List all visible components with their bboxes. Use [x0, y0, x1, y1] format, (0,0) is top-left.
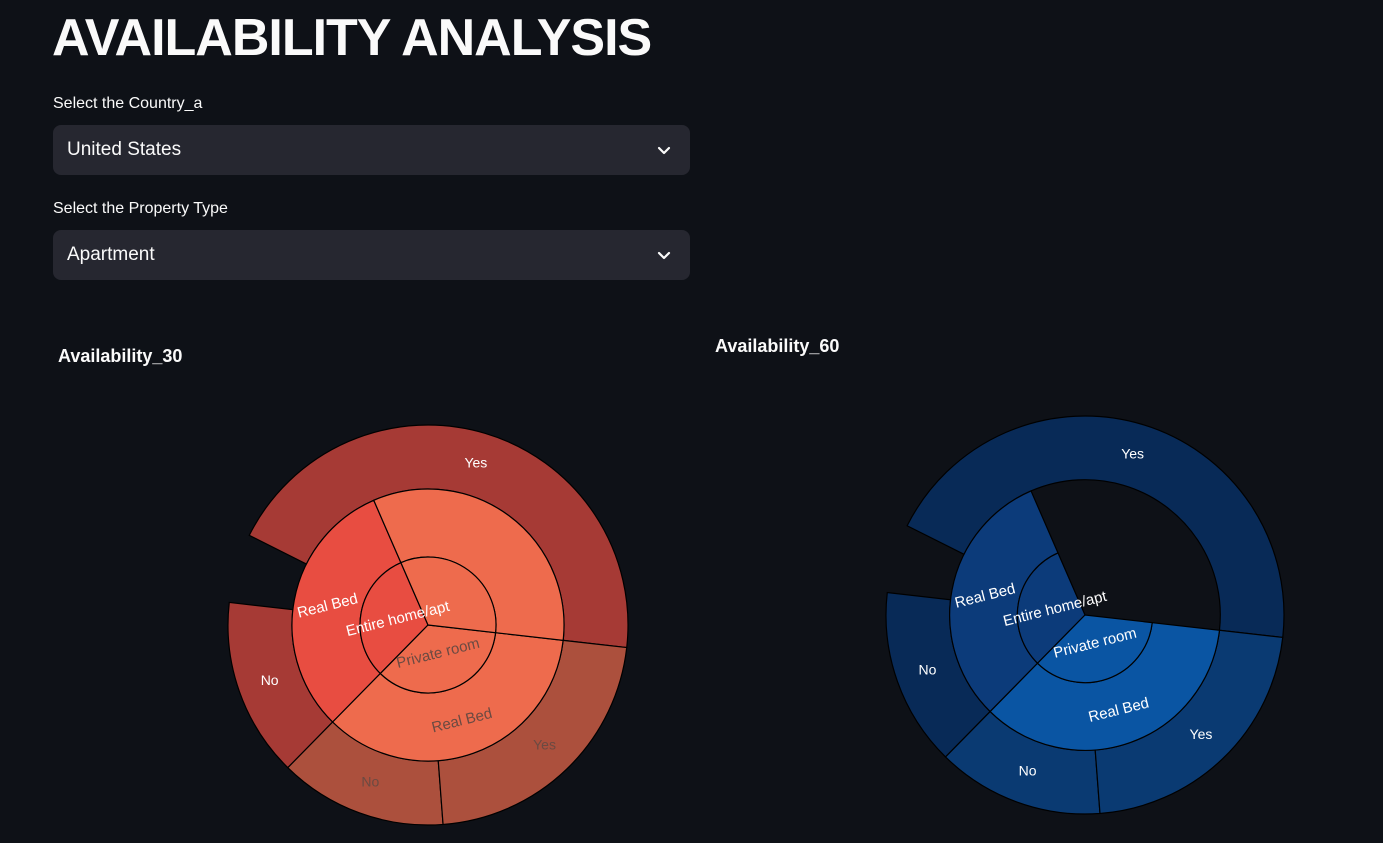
sunburst-chart-availability-30: Entire home/aptPrivate roomReal BedReal … [227, 424, 629, 826]
sunburst-label-0-2-7: No [261, 672, 279, 688]
property-select-value: Apartment [67, 244, 155, 265]
property-select-label: Select the Property Type [53, 200, 228, 217]
country-select[interactable]: United States [53, 125, 690, 175]
sunburst-label-1-2-6: No [1019, 763, 1037, 779]
sunburst-label-0-2-8: No [361, 773, 379, 789]
property-select[interactable]: Apartment [53, 230, 690, 280]
page-title: AVAILABILITY ANALYSIS [52, 9, 652, 67]
country-select-label: Select the Country_a [53, 95, 203, 112]
sunburst-label-1-2-5: No [918, 662, 936, 678]
sunburst-label-1-2-7: Yes [1190, 726, 1213, 742]
chart-title-availability-30: Availability_30 [58, 346, 183, 366]
chevron-down-icon [656, 142, 672, 158]
sunburst-label-1-2-4: Yes [1121, 445, 1144, 461]
chart-title-availability-60: Availability_60 [715, 336, 840, 356]
sunburst-label-0-2-9: Yes [533, 737, 556, 753]
sunburst-chart-availability-60: Entire home/aptPrivate roomReal BedReal … [885, 415, 1285, 815]
chevron-down-icon [656, 247, 672, 263]
country-select-value: United States [67, 139, 182, 160]
sunburst-label-0-2-6: Yes [464, 455, 487, 471]
